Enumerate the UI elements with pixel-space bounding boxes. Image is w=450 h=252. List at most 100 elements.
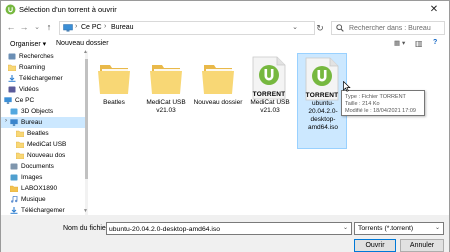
user-folder-icon — [10, 185, 18, 192]
torrent-file-item[interactable]: TORRENT MediCat USB v21.03 — [245, 53, 295, 149]
nav-item-label: LABOX1890 — [21, 185, 58, 192]
refresh-button[interactable]: ↻ — [313, 21, 327, 35]
organize-button[interactable]: Organiser ▾ — [10, 40, 46, 48]
nav-item-vid-os[interactable]: Vidéos — [1, 84, 87, 95]
breadcrumb-ce-pc[interactable]: Ce PC — [81, 24, 102, 31]
torrent-file-icon: TORRENT — [304, 57, 340, 101]
preview-pane-button[interactable]: ▥ — [415, 39, 423, 48]
navigation-pane[interactable]: Recherches Roaming Téléchargemer Vidéos›Ce … — [1, 51, 87, 215]
expand-chevron-icon[interactable]: › — [5, 118, 7, 124]
nav-item-t-l-chargemer[interactable]: Téléchargemer — [1, 73, 87, 84]
scroll-down-icon[interactable]: ▼ — [83, 208, 88, 214]
nav-item-label: 3D Objects — [21, 108, 54, 115]
nav-item-label: Téléchargemer — [21, 207, 65, 214]
mouse-cursor-icon — [343, 81, 351, 92]
toolbar: Organiser ▾ Nouveau dossier ▦ ▾ ▥ ? — [1, 38, 449, 51]
open-button[interactable]: Ouvrir — [354, 239, 396, 252]
cancel-button[interactable]: Annuler — [400, 239, 444, 252]
open-torrent-dialog: Sélection d'un torrent à ouvrir ✕ ← → ⌄ … — [0, 0, 450, 252]
search-input[interactable] — [349, 23, 443, 34]
nav-item-bureau[interactable]: › Bureau — [1, 117, 87, 128]
nav-item-label: Documents — [21, 163, 54, 170]
torrent-label: TORRENT — [305, 92, 339, 99]
filename-input[interactable] — [109, 224, 335, 234]
nav-item-roaming[interactable]: Roaming — [1, 62, 87, 73]
new-folder-button[interactable]: Nouveau dossier — [56, 40, 109, 47]
nav-scrollbar[interactable]: ▲ ▼ — [83, 49, 88, 215]
up-button[interactable]: ↑ — [43, 21, 55, 34]
nav-item-images[interactable]: Images — [1, 172, 87, 183]
address-row: ← → ⌄ ↑ › Ce PC › Bureau ⌄ ↻ — [1, 18, 449, 38]
nav-item-recherches[interactable]: Recherches — [1, 51, 87, 62]
nav-item-label: Roaming — [19, 64, 46, 71]
nav-item-label: Images — [21, 174, 43, 181]
nav-item-documents[interactable]: Documents — [1, 161, 87, 172]
file-name: Beatles — [103, 99, 125, 106]
nav-item-beatles[interactable]: Beatles — [1, 128, 87, 139]
file-name: MediCat USB v21.03 — [146, 99, 186, 114]
documents-icon — [10, 163, 18, 170]
close-button[interactable]: ✕ — [421, 2, 447, 17]
nav-item-nouveau-dos[interactable]: Nouveau dos — [1, 150, 87, 161]
bottom-panel: Nom du fichier : ⌄ Torrents (*.torrent) … — [1, 215, 449, 252]
nav-item-labox1890[interactable]: LABOX1890 — [1, 183, 87, 194]
folder-item[interactable]: Nouveau dossier — [193, 53, 243, 149]
search-box[interactable] — [331, 21, 445, 35]
file-name: Nouveau dossier — [193, 99, 243, 106]
help-button[interactable]: ? — [433, 39, 437, 46]
recent-locations-button[interactable]: ⌄ — [31, 21, 43, 34]
nav-item-3d-objects[interactable]: 3D Objects — [1, 106, 87, 117]
breadcrumb-separator: › — [75, 23, 78, 30]
folder-icon — [202, 65, 234, 94]
view-options-button[interactable]: ▦ ▾ — [394, 39, 405, 47]
computer-icon — [4, 97, 12, 104]
nav-item-label: MediCat USB — [27, 141, 67, 148]
address-dropdown-icon[interactable]: ⌄ — [292, 23, 298, 31]
folder-icon — [16, 152, 24, 159]
scroll-up-icon[interactable]: ▲ — [83, 49, 88, 55]
breadcrumb-bureau[interactable]: Bureau — [111, 24, 134, 31]
images-icon — [10, 174, 18, 181]
address-bar[interactable]: › Ce PC › Bureau ⌄ — [59, 21, 315, 35]
nav-item-ce-pc[interactable]: ›Ce PC — [1, 95, 87, 106]
download-icon — [10, 207, 18, 214]
nav-item-label: Recherches — [19, 53, 54, 60]
window-title: Sélection d'un torrent à ouvrir — [19, 5, 117, 14]
video-icon — [8, 86, 16, 93]
file-name: MediCat USB v21.03 — [250, 99, 290, 114]
folder-item[interactable]: Beatles — [89, 53, 139, 149]
title-bar[interactable]: Sélection d'un torrent à ouvrir ✕ — [1, 1, 449, 18]
nav-item-medicat-usb[interactable]: MediCat USB — [1, 139, 87, 150]
tooltip-type: Type : Fichier TORRENT — [345, 94, 406, 100]
file-tooltip: Type : Fichier TORRENT Taille : 214 Ko M… — [341, 90, 425, 116]
filename-label: Nom du fichier : — [63, 225, 113, 232]
nav-item-musique[interactable]: Musique — [1, 194, 87, 205]
torrent-label: TORRENT — [252, 91, 286, 98]
nav-item-label: Beatles — [27, 130, 49, 137]
computer-icon — [63, 24, 73, 32]
folder-icon — [16, 130, 24, 137]
filetype-dropdown-icon[interactable]: ⌄ — [435, 224, 440, 231]
download-icon — [8, 75, 16, 82]
breadcrumb-separator: › — [104, 23, 107, 30]
nav-item-t-l-chargemer[interactable]: Téléchargemer — [1, 205, 87, 215]
3d-objects-icon — [10, 108, 18, 115]
filename-dropdown-icon[interactable]: ⌄ — [343, 224, 348, 231]
filetype-select[interactable]: Torrents (*.torrent) ⌄ — [354, 222, 444, 235]
filename-combobox[interactable]: ⌄ — [106, 222, 352, 235]
forward-button[interactable]: → — [18, 21, 30, 34]
torrent-file-item[interactable]: TORRENT ubuntu-20.04.2.0-desktop-amd64.is… — [297, 53, 347, 149]
back-button[interactable]: ← — [5, 21, 17, 34]
search-icon — [336, 24, 344, 32]
file-list[interactable]: Beatles MediCat USB v21.03 Nouveau dossier… — [89, 51, 449, 215]
nav-item-label: Téléchargemer — [19, 75, 63, 82]
nav-item-label: Nouveau dos — [27, 152, 66, 159]
scrollbar-thumb[interactable] — [85, 59, 88, 179]
folder-item[interactable]: MediCat USB v21.03 — [141, 53, 191, 149]
tooltip-size: Taille : 214 Ko — [345, 101, 380, 107]
torrent-file-icon: TORRENT — [251, 56, 287, 100]
search-folder-icon — [8, 53, 16, 60]
nav-item-label: Bureau — [21, 119, 42, 126]
nav-item-label: Musique — [21, 196, 46, 203]
music-icon — [11, 196, 18, 203]
